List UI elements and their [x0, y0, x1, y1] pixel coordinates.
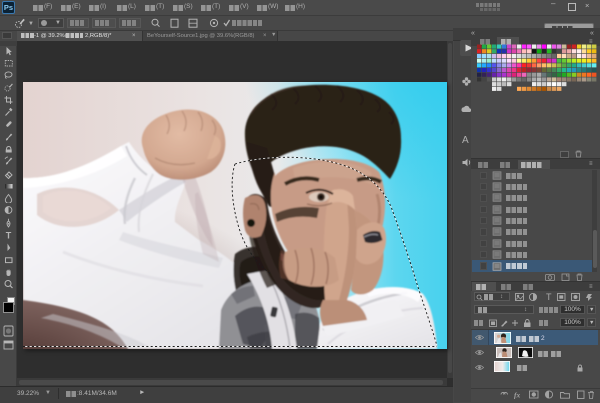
svg-text:T: T — [546, 292, 552, 302]
svg-text:fx: fx — [514, 391, 520, 400]
